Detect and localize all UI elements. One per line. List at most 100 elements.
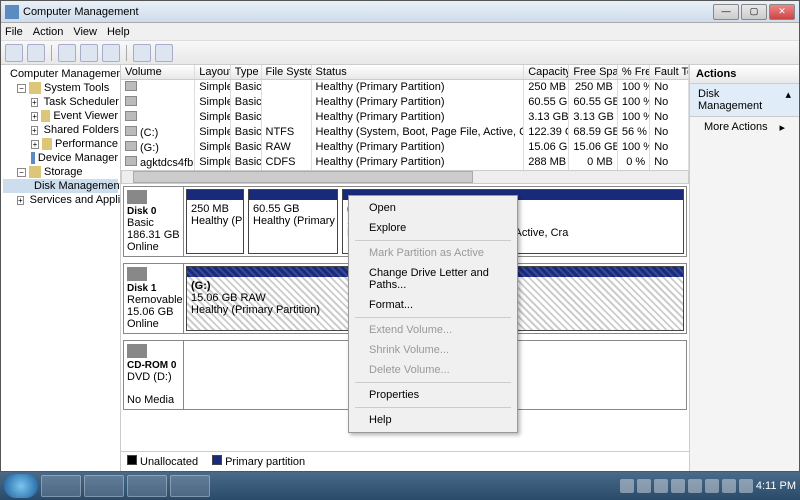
expand-icon[interactable]: + (31, 112, 38, 121)
help-button[interactable] (133, 44, 151, 62)
tray-icon[interactable] (671, 479, 685, 493)
event-icon (41, 110, 50, 122)
col-pctfree[interactable]: % Free (618, 65, 650, 79)
maximize-button[interactable]: ▢ (741, 4, 767, 20)
menubar: File Action View Help (1, 23, 799, 41)
expand-icon[interactable]: + (17, 196, 24, 205)
console-tree: Computer Management (Local −System Tools… (1, 65, 121, 471)
volume-row[interactable]: (G:)SimpleBasicRAWHealthy (Primary Parti… (121, 140, 689, 155)
menu-action[interactable]: Action (33, 26, 64, 38)
volume-list: Volume Layout Type File System Status Ca… (121, 65, 689, 170)
window-title: Computer Management (23, 6, 713, 18)
ctx-explore[interactable]: Explore (351, 218, 515, 238)
menu-file[interactable]: File (5, 26, 23, 38)
chevron-right-icon: ▸ (779, 121, 785, 134)
actions-pane: Actions Disk Management▴ More Actions▸ (689, 65, 799, 471)
taskbar-item[interactable] (170, 475, 210, 497)
ctx-format[interactable]: Format... (351, 295, 515, 315)
legend-primary-swatch (212, 455, 222, 465)
volume-row[interactable]: SimpleBasicHealthy (Primary Partition)60… (121, 95, 689, 110)
back-button[interactable] (5, 44, 23, 62)
tray-icon[interactable] (620, 479, 634, 493)
tray-icon[interactable] (654, 479, 668, 493)
col-free[interactable]: Free Space (569, 65, 617, 79)
legend: Unallocated Primary partition (121, 451, 689, 471)
system-tray: 4:11 PM (620, 479, 796, 493)
expand-icon[interactable]: + (31, 98, 38, 107)
tree-system-tools[interactable]: −System Tools (3, 81, 118, 95)
ctx-properties[interactable]: Properties (351, 385, 515, 405)
col-filesystem[interactable]: File System (262, 65, 312, 79)
properties-button[interactable] (80, 44, 98, 62)
actions-more[interactable]: More Actions▸ (690, 117, 799, 137)
titlebar[interactable]: Computer Management — ▢ ✕ (1, 1, 799, 23)
taskbar-item[interactable] (84, 475, 124, 497)
ctx-help[interactable]: Help (351, 410, 515, 430)
refresh-button[interactable] (102, 44, 120, 62)
taskbar: 4:11 PM (0, 472, 800, 500)
disk0-partition-1[interactable]: 250 MBHealthy (Primary P (186, 189, 244, 254)
tree-storage[interactable]: −Storage (3, 165, 118, 179)
collapse-icon[interactable]: − (17, 84, 26, 93)
start-button[interactable] (4, 474, 38, 498)
ctx-shrink-volume: Shrink Volume... (351, 340, 515, 360)
volume-row[interactable]: SimpleBasicHealthy (Primary Partition)25… (121, 80, 689, 95)
taskbar-item[interactable] (41, 475, 81, 497)
perf-icon (42, 138, 52, 150)
scrollbar-thumb[interactable] (133, 171, 473, 183)
ctx-change-drive-letter[interactable]: Change Drive Letter and Paths... (351, 263, 515, 295)
tray-icon[interactable] (705, 479, 719, 493)
volume-row[interactable]: agktdcs4fb (E:)SimpleBasicCDFSHealthy (P… (121, 155, 689, 170)
tree-device-manager[interactable]: Device Manager (3, 151, 118, 165)
minimize-button[interactable]: — (713, 4, 739, 20)
ctx-delete-volume: Delete Volume... (351, 360, 515, 380)
tree-event-viewer[interactable]: +Event Viewer (3, 109, 118, 123)
volume-row[interactable]: SimpleBasicHealthy (Primary Partition)3.… (121, 110, 689, 125)
app-icon (5, 5, 19, 19)
ctx-mark-active: Mark Partition as Active (351, 243, 515, 263)
disk-0-label: Disk 0 Basic 186.31 GB Online (124, 187, 184, 256)
menu-help[interactable]: Help (107, 26, 130, 38)
col-fault[interactable]: Fault Tole (650, 65, 689, 79)
cdrom-label: CD-ROM 0 DVD (D:) No Media (124, 341, 184, 409)
legend-unallocated-swatch (127, 455, 137, 465)
volume-icon[interactable] (739, 479, 753, 493)
context-menu: Open Explore Mark Partition as Active Ch… (348, 195, 518, 433)
col-layout[interactable]: Layout (195, 65, 231, 79)
col-capacity[interactable]: Capacity (524, 65, 569, 79)
actions-disk-management[interactable]: Disk Management▴ (690, 84, 799, 117)
close-button[interactable]: ✕ (769, 4, 795, 20)
tree-services[interactable]: +Services and Applications (3, 193, 118, 207)
tray-icon[interactable] (688, 479, 702, 493)
taskbar-item[interactable] (127, 475, 167, 497)
collapse-icon[interactable]: − (17, 168, 26, 177)
tree-performance[interactable]: +Performance (3, 137, 118, 151)
ctx-open[interactable]: Open (351, 198, 515, 218)
col-type[interactable]: Type (231, 65, 262, 79)
tree-disk-management[interactable]: Disk Management (3, 179, 118, 193)
show-hide-button[interactable] (58, 44, 76, 62)
disk0-partition-2[interactable]: 60.55 GBHealthy (Primary Parti (248, 189, 338, 254)
menu-view[interactable]: View (73, 26, 97, 38)
forward-button[interactable] (27, 44, 45, 62)
col-status[interactable]: Status (312, 65, 525, 79)
cd-icon (127, 344, 147, 358)
expand-icon[interactable]: + (31, 140, 39, 149)
volume-row[interactable]: (C:)SimpleBasicNTFSHealthy (System, Boot… (121, 125, 689, 140)
drive-icon (125, 141, 137, 151)
horizontal-scrollbar[interactable] (121, 170, 689, 184)
extra-button[interactable] (155, 44, 173, 62)
disk-1-label: Disk 1 Removable 15.06 GB Online (124, 264, 184, 333)
tray-icon[interactable] (637, 479, 651, 493)
expand-icon[interactable]: + (31, 126, 38, 135)
toolbar (1, 41, 799, 65)
network-icon[interactable] (722, 479, 736, 493)
tree-task-scheduler[interactable]: +Task Scheduler (3, 95, 118, 109)
col-volume[interactable]: Volume (121, 65, 195, 79)
device-icon (31, 152, 35, 164)
folder-icon (29, 82, 41, 94)
clock[interactable]: 4:11 PM (756, 480, 796, 492)
tree-root[interactable]: Computer Management (Local (3, 67, 118, 81)
tree-shared-folders[interactable]: +Shared Folders (3, 123, 118, 137)
actions-header: Actions (690, 65, 799, 84)
